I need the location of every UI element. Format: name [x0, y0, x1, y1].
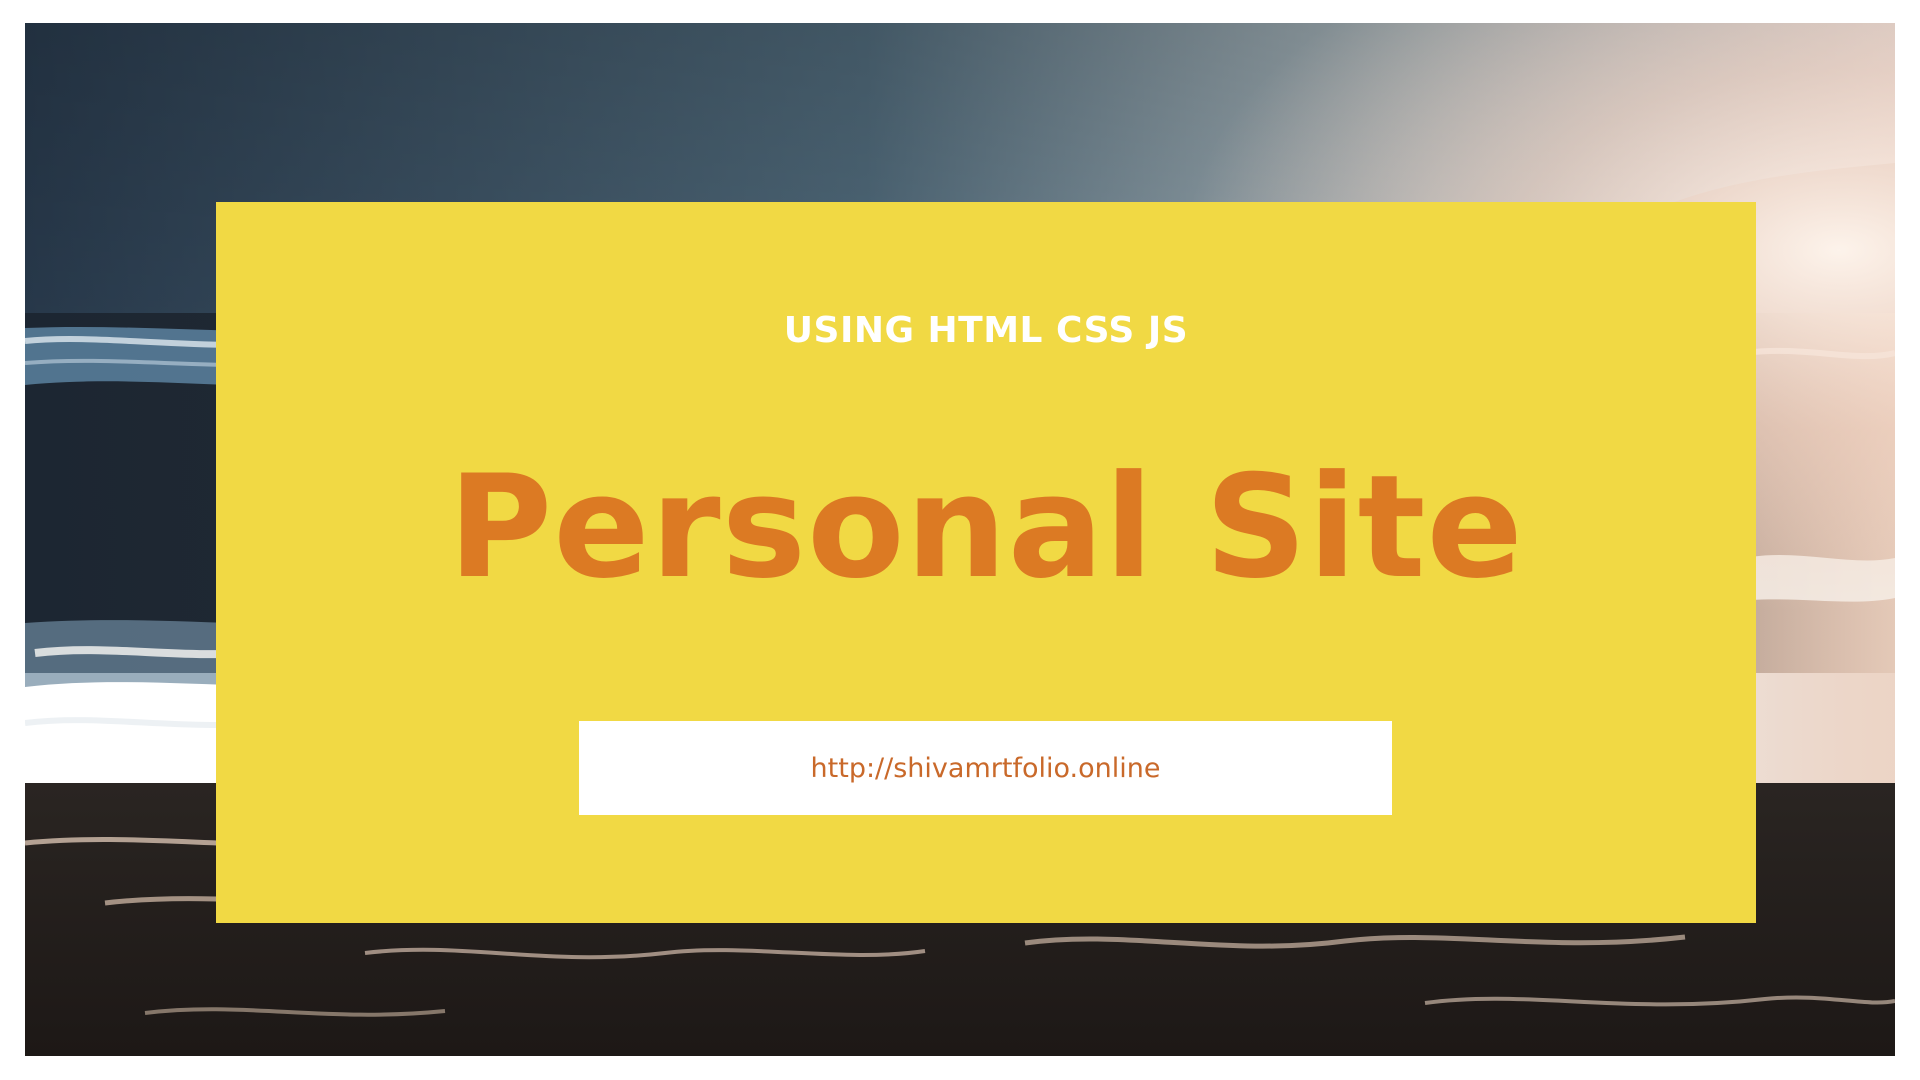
- site-title: Personal Site: [448, 445, 1524, 610]
- site-url-link[interactable]: http://shivamrtfolio.online: [811, 753, 1161, 784]
- url-box[interactable]: http://shivamrtfolio.online: [579, 721, 1392, 815]
- title-card: USING HTML CSS JS Personal Site http://s…: [216, 202, 1756, 923]
- subtitle: USING HTML CSS JS: [783, 310, 1189, 351]
- banner-frame: USING HTML CSS JS Personal Site http://s…: [25, 23, 1895, 1056]
